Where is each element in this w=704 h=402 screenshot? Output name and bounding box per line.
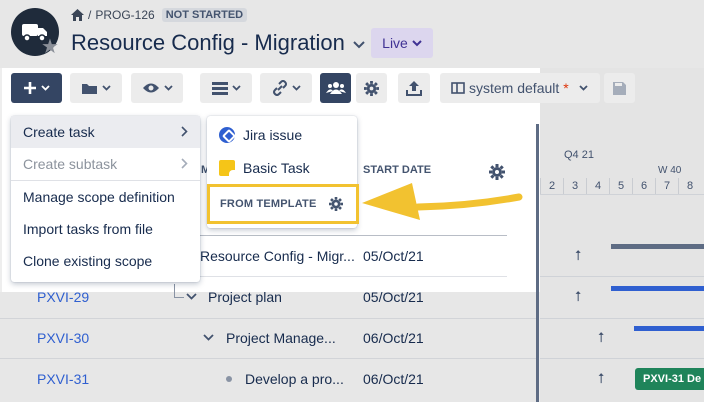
callout-arrow-icon (362, 183, 523, 220)
